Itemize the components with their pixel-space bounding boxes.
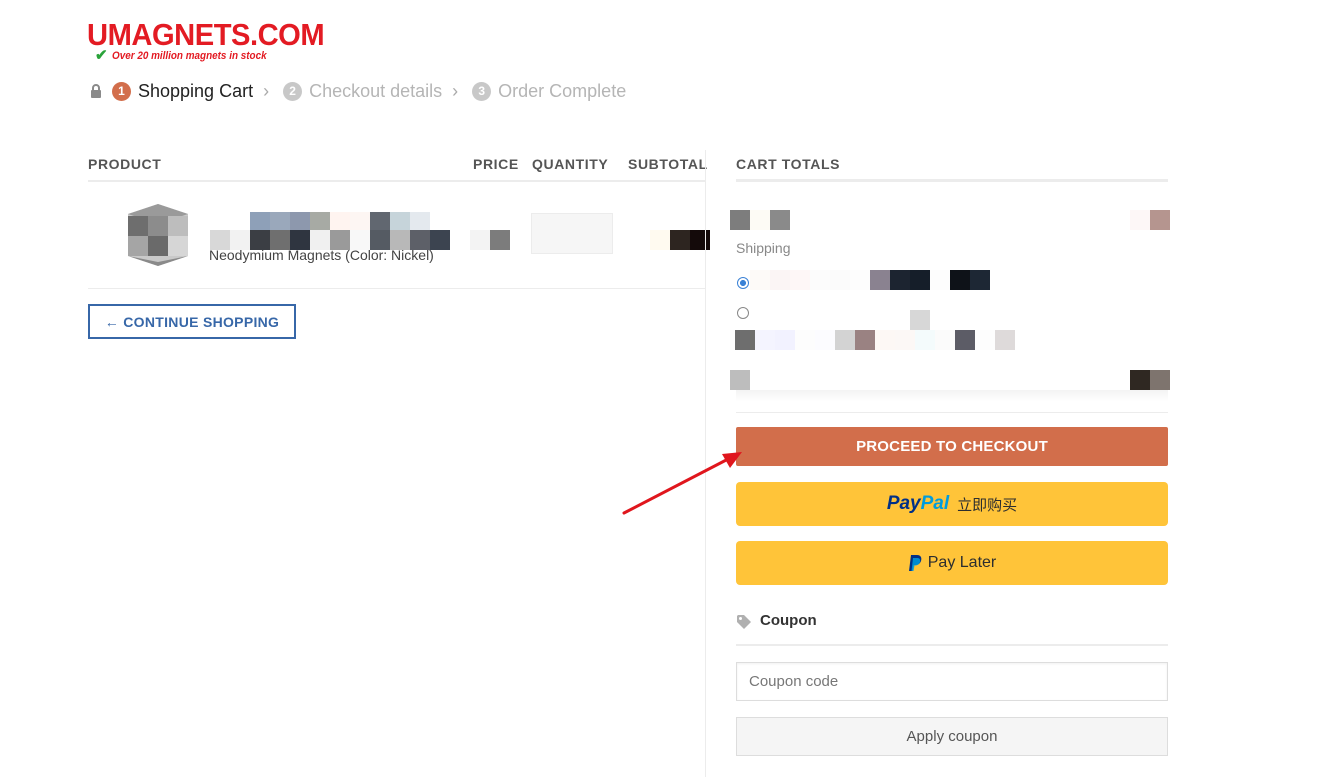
logo-tagline: ✔ Over 20 million magnets in stock xyxy=(95,47,283,64)
redacted-subtotal xyxy=(650,230,710,250)
redacted-shipping-option xyxy=(750,270,990,290)
product-name[interactable]: Neodymium Magnets (Color: Nickel) xyxy=(209,247,434,263)
paypal-logo-pay: Pay xyxy=(886,493,921,514)
product-thumbnail[interactable] xyxy=(118,202,194,268)
step-label: Order Complete xyxy=(498,80,627,101)
paypal-p-icon xyxy=(908,555,922,571)
checkmark-icon: ✔ xyxy=(95,47,108,64)
checkout-steps-breadcrumb: 1 Shopping Cart › 2 Checkout details › 3… xyxy=(88,78,626,104)
step-number: 3 xyxy=(472,81,492,101)
pay-later-label: Pay Later xyxy=(927,554,997,571)
chevron-right-icon: › xyxy=(452,80,459,101)
lock-icon xyxy=(91,84,101,98)
coupon-title: Coupon xyxy=(760,612,817,629)
logo-wordmark: UMAGNETS.COM xyxy=(87,17,325,52)
step-order-complete: 3 Order Complete xyxy=(472,81,626,102)
coupon-code-input[interactable] xyxy=(736,662,1168,701)
tag-icon xyxy=(737,615,751,629)
header-product: PRODUCT xyxy=(88,156,162,172)
paypal-buy-now-label: 立即购买 xyxy=(957,496,1018,514)
redacted-total-row xyxy=(736,390,1168,402)
quantity-stepper[interactable] xyxy=(531,213,613,254)
redacted-subtotal-row xyxy=(730,210,790,230)
annotation-arrow-icon xyxy=(622,452,742,515)
redacted-shipping-details xyxy=(735,330,1015,350)
step-checkout-details[interactable]: 2 Checkout details xyxy=(283,81,442,102)
totals-divider xyxy=(736,412,1168,413)
cart-totals-title: CART TOTALS xyxy=(736,156,1168,182)
site-logo[interactable]: UMAGNETS.COM ✔ Over 20 million magnets i… xyxy=(87,17,339,64)
redacted-price xyxy=(470,230,510,250)
paypal-buy-now-button[interactable]: Pay Pal 立即购买 xyxy=(736,482,1168,526)
coupon-section-header: Coupon xyxy=(736,612,1168,646)
step-label: Shopping Cart xyxy=(138,80,254,101)
header-subtotal: SUBTOTAL xyxy=(628,156,708,172)
redacted-product-title xyxy=(250,212,430,232)
redacted-shipping-calc xyxy=(730,370,750,390)
redacted-subtotal-value xyxy=(1130,210,1170,230)
header-quantity: QUANTITY xyxy=(532,156,609,172)
chevron-right-icon: › xyxy=(263,80,270,101)
shipping-label: Shipping xyxy=(736,240,791,256)
proceed-to-checkout-button[interactable]: PROCEED TO CHECKOUT xyxy=(736,427,1168,466)
shipping-option-radio[interactable] xyxy=(737,277,749,289)
logo-tagline-text: Over 20 million magnets in stock xyxy=(111,50,267,62)
step-label: Checkout details xyxy=(309,80,443,101)
paypal-logo-pal: Pal xyxy=(920,493,950,514)
shipping-option-radio[interactable] xyxy=(737,307,749,319)
step-number: 1 xyxy=(112,81,131,101)
paypal-pay-later-button[interactable]: Pay Later xyxy=(736,541,1168,585)
continue-shopping-button[interactable]: ← CONTINUE SHOPPING xyxy=(88,304,296,339)
step-number: 2 xyxy=(283,81,303,101)
redacted-shipping-option xyxy=(910,310,930,330)
row-divider xyxy=(88,288,705,289)
header-price: PRICE xyxy=(473,156,519,172)
cart-table-header: PRODUCT PRICE QUANTITY SUBTOTAL xyxy=(88,156,708,182)
apply-coupon-button[interactable]: Apply coupon xyxy=(736,717,1168,756)
redacted-total-value xyxy=(1130,370,1170,390)
step-shopping-cart[interactable]: 1 Shopping Cart xyxy=(112,81,253,102)
